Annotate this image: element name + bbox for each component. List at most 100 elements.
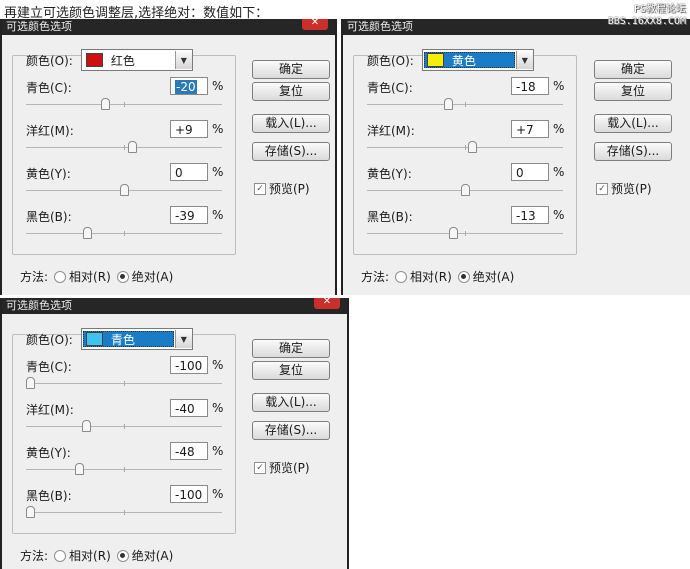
title-bar[interactable]: 可选颜色选项 ✕ [2,19,335,35]
magenta-slider[interactable] [367,141,563,153]
slider-thumb[interactable] [461,184,470,196]
slider-thumb[interactable] [467,141,477,153]
slider-thumb[interactable] [82,420,92,432]
save-button[interactable]: 存储(S)... [252,142,330,161]
load-button[interactable]: 载入(L)... [594,114,672,133]
yellow-slider[interactable] [367,184,563,196]
slider-thumb[interactable] [83,227,93,239]
magenta-value-text: -40 [175,402,195,416]
preview-checkbox[interactable]: ✓ 预览(P) [596,180,652,197]
watermark-line2: BBS.16XX8.COM [607,16,686,27]
percent-sign: % [553,165,565,179]
slider-thumb[interactable] [444,98,454,110]
slider-thumb[interactable] [74,463,84,475]
magenta-value-input[interactable]: +7 [511,120,549,138]
cyan-value-input[interactable]: -100 [170,356,208,374]
watermark-line1: PS教程论坛 [633,4,686,15]
preview-label: 预览(P) [269,182,310,196]
radio-relative[interactable] [54,270,67,283]
cyan-slider[interactable] [26,377,222,389]
save-button[interactable]: 存储(S)... [594,142,672,161]
radio-relative-label[interactable]: 相对(R) [69,268,111,285]
yellow-value-input[interactable]: 0 [170,163,208,181]
slider-thumb[interactable] [26,506,35,518]
preview-label: 预览(P) [269,461,310,475]
reset-button[interactable]: 复位 [594,82,672,101]
radio-relative-label[interactable]: 相对(R) [69,547,111,564]
color-row: 颜色(O): 青色 ▼ [26,328,193,350]
black-value-text: -13 [516,209,536,223]
selective-color-dialog-1: 可选颜色选项 ✕ 颜色(O): 红色 ▼ 青色(C): -20% 洋红(M): +9% 黄色(Y)… [0,19,337,295]
radio-absolute-label[interactable]: 绝对(A) [132,268,174,285]
checkmark-icon: ✓ [596,182,608,195]
black-slider[interactable] [26,227,222,239]
preview-label: 预览(P) [611,182,652,196]
radio-absolute[interactable] [457,270,470,283]
preview-checkbox[interactable]: ✓ 预览(P) [254,459,310,476]
yellow-value-input[interactable]: -48 [170,442,208,460]
dropdown-arrow-button[interactable]: ▼ [515,51,533,69]
cyan-value-input[interactable]: -18 [511,77,549,95]
reset-button[interactable]: 复位 [252,361,330,380]
color-swatch [85,53,103,67]
black-label: 黑色(B): [26,210,72,224]
chevron-down-icon: ▼ [180,55,187,65]
yellow-slider[interactable] [26,184,222,196]
magenta-value-input[interactable]: -40 [170,399,208,417]
color-dropdown[interactable]: 红色 ▼ [80,49,193,71]
preview-checkbox[interactable]: ✓ 预览(P) [254,180,310,197]
reset-button[interactable]: 复位 [252,82,330,101]
save-button[interactable]: 存储(S)... [252,421,330,440]
color-value: 青色 [110,332,135,347]
ok-button[interactable]: 确定 [594,60,672,79]
ok-button[interactable]: 确定 [252,60,330,79]
black-slider[interactable] [367,227,563,239]
radio-absolute-label[interactable]: 绝对(A) [132,547,174,564]
black-value-input[interactable]: -13 [511,206,549,224]
dropdown-arrow-button[interactable]: ▼ [174,330,192,348]
load-button[interactable]: 载入(L)... [252,114,330,133]
close-button[interactable]: ✕ [302,19,328,30]
close-button[interactable]: ✕ [314,298,340,309]
cyan-value-input[interactable]: -20 [170,77,208,95]
slider-center-tick [124,510,125,515]
selective-color-dialog-3: 可选颜色选项 ✕ 颜色(O): 青色 ▼ 青色(C): -100% 洋红(M): -40% 黄色(… [0,298,349,569]
color-label: 颜色(O): [26,53,73,68]
slider-thumb[interactable] [128,141,138,153]
cyan-slider[interactable] [26,98,222,110]
color-dropdown[interactable]: 黄色 ▼ [421,49,534,71]
color-label: 颜色(O): [367,53,414,68]
slider-center-tick [124,145,125,150]
slider-center-tick [465,231,466,236]
black-label: 黑色(B): [367,210,413,224]
selective-color-dialog-2: 可选颜色选项 颜色(O): 黄色 ▼ 青色(C): -18% 洋红(M): +7% 黄色(Y):… [341,19,690,295]
black-value-input[interactable]: -39 [170,206,208,224]
radio-relative[interactable] [395,270,408,283]
slider-thumb[interactable] [120,184,129,196]
magenta-slider[interactable] [26,420,222,432]
slider-center-tick [124,102,125,107]
black-value-text: -100 [175,488,203,502]
radio-absolute-label[interactable]: 绝对(A) [473,268,515,285]
radio-relative[interactable] [54,549,67,562]
yellow-value-input[interactable]: 0 [511,163,549,181]
radio-relative-label[interactable]: 相对(R) [410,268,452,285]
slider-thumb[interactable] [26,377,35,389]
cyan-slider[interactable] [367,98,563,110]
yellow-slider[interactable] [26,463,222,475]
black-slider[interactable] [26,506,222,518]
magenta-value-input[interactable]: +9 [170,120,208,138]
dropdown-arrow-button[interactable]: ▼ [174,51,192,69]
close-icon: ✕ [322,298,332,307]
color-dropdown[interactable]: 青色 ▼ [80,328,193,350]
black-value-input[interactable]: -100 [170,485,208,503]
magenta-label: 洋红(M): [367,124,415,138]
slider-thumb[interactable] [448,227,458,239]
magenta-slider[interactable] [26,141,222,153]
radio-absolute[interactable] [116,549,129,562]
load-button[interactable]: 载入(L)... [252,393,330,412]
radio-absolute[interactable] [116,270,129,283]
ok-button[interactable]: 确定 [252,339,330,358]
slider-thumb[interactable] [101,98,111,110]
title-bar[interactable]: 可选颜色选项 ✕ [2,298,347,314]
